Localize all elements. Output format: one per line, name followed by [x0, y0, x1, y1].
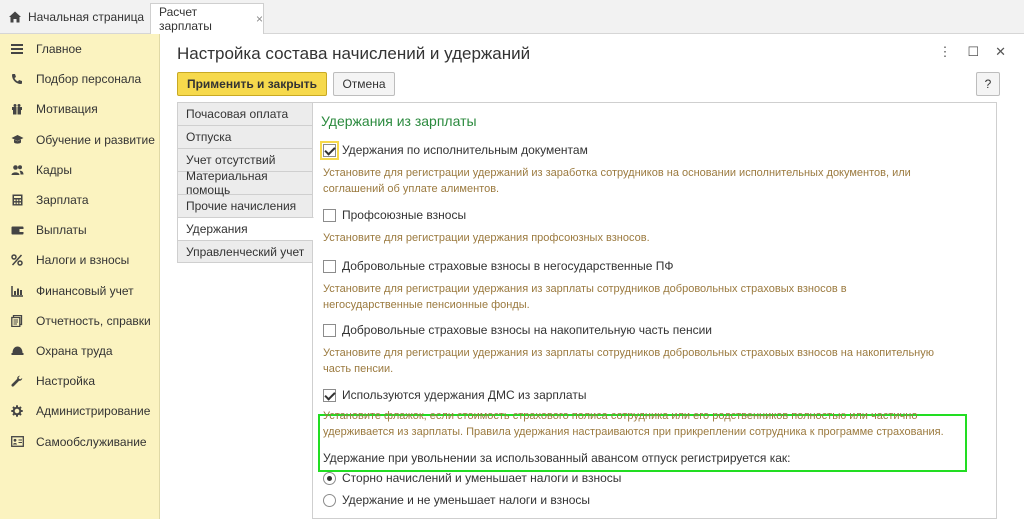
funded-pension-checkbox[interactable] [323, 323, 336, 337]
sidebar-item-reports[interactable]: Отчетность, справки [0, 306, 159, 336]
close-window-icon[interactable]: ✕ [995, 44, 1006, 60]
sidebar-item-settings[interactable]: Настройка [0, 366, 159, 396]
sidebar-item-label: Кадры [36, 162, 72, 177]
option-label: Добровольные страховые взносы на накопит… [342, 323, 712, 337]
sidebar-item-label: Обучение и развитие [36, 132, 155, 147]
sidebar-item-label: Налоги и взносы [36, 253, 130, 268]
settings-window: Настройка состава начислений и удержаний… [160, 34, 1024, 519]
option-funded-pension[interactable]: Добровольные страховые взносы на накопит… [323, 323, 712, 337]
home-icon [9, 11, 21, 23]
sidebar-item-label: Настройка [36, 374, 96, 389]
sidebar-item-label: Администрирование [36, 404, 151, 419]
gear-icon [10, 404, 24, 418]
sidebar-item-label: Мотивация [36, 102, 98, 117]
radio-storno[interactable]: Сторно начислений и уменьшает налоги и в… [323, 471, 621, 485]
tab-hourly-pay[interactable]: Почасовая оплата [177, 102, 313, 125]
option-npf-contributions[interactable]: Добровольные страховые взносы в негосуда… [323, 259, 674, 273]
wrench-icon [10, 374, 24, 388]
home-tab[interactable]: Начальная страница [0, 0, 146, 34]
apply-and-close-button[interactable]: Применить и закрыть [177, 72, 327, 96]
tab-financial-aid[interactable]: Материальная помощь [177, 169, 313, 197]
sidebar-item-finance[interactable]: Финансовый учет [0, 276, 159, 306]
sidebar-item-taxes[interactable]: Налоги и взносы [0, 245, 159, 275]
radio-deduction[interactable]: Удержание и не уменьшает налоги и взносы [323, 493, 590, 507]
doc-tab-label: Расчет зарплаты [159, 5, 212, 33]
sidebar: Главное Подбор персонала Мотивация Обуче… [0, 34, 160, 519]
option-union-dues[interactable]: Профсоюзные взносы [323, 208, 466, 222]
sidebar-item-label: Охрана труда [36, 343, 113, 358]
sidebar-item-labor-safety[interactable]: Охрана труда [0, 336, 159, 366]
menu-lines-icon [10, 42, 24, 56]
dismissal-deduction-question: Удержание при увольнении за использованн… [323, 451, 791, 465]
option-label: Профсоюзные взносы [342, 208, 467, 222]
deductions-panel: Удержания из зарплаты Удержания по испол… [313, 102, 997, 519]
section-title: Удержания из зарплаты [321, 113, 477, 129]
tab-absence-tracking[interactable]: Учет отсутствий [177, 148, 313, 171]
option-label: Добровольные страховые взносы в негосуда… [342, 259, 674, 273]
close-tab-icon[interactable]: × [256, 12, 263, 26]
option-description: Установите для регистрации удержаний из … [323, 167, 911, 195]
sidebar-item-label: Финансовый учет [36, 283, 134, 298]
tab-other-accruals[interactable]: Прочие начисления [177, 194, 313, 217]
sidebar-item-training[interactable]: Обучение и развитие [0, 125, 159, 155]
id-card-icon [10, 435, 24, 449]
helmet-icon [10, 344, 24, 358]
home-tab-label: Начальная страница [28, 10, 145, 24]
calculator-icon [10, 193, 24, 207]
graduation-cap-icon [10, 133, 24, 147]
option-description: Установите для регистрации удержания про… [323, 232, 650, 244]
sidebar-item-administration[interactable]: Администрирование [0, 396, 159, 426]
reports-icon [10, 314, 24, 328]
sidebar-item-personnel[interactable]: Кадры [0, 155, 159, 185]
sidebar-item-label: Отчетность, справки [36, 313, 151, 328]
sidebar-item-self-service[interactable]: Самообслуживание [0, 426, 159, 456]
radio-label: Сторно начислений и уменьшает налоги и в… [342, 471, 622, 485]
option-enforcement-documents[interactable]: Удержания по исполнительным документам [320, 140, 588, 160]
option-description: Установите для регистрации удержания из … [323, 347, 935, 375]
percent-icon [10, 253, 24, 267]
people-icon [10, 163, 24, 177]
gift-icon [10, 102, 24, 116]
storno-radio[interactable] [323, 471, 336, 485]
deduction-radio[interactable] [323, 493, 336, 507]
settings-tabs: Почасовая оплата Отпуска Учет отсутствий… [177, 102, 314, 519]
option-label: Используются удержания ДМС из зарплаты [342, 388, 587, 402]
sidebar-item-salary[interactable]: Зарплата [0, 185, 159, 215]
tab-deductions[interactable]: Удержания [177, 217, 314, 240]
radio-label: Удержание и не уменьшает налоги и взносы [342, 493, 591, 507]
sidebar-item-label: Самообслуживание [36, 434, 147, 449]
option-description: Установите флажок, если стоимость страхо… [323, 410, 944, 438]
phone-icon [10, 72, 24, 86]
help-button[interactable]: ? [976, 72, 1000, 96]
sidebar-item-label: Зарплата [36, 193, 89, 208]
tab-vacations[interactable]: Отпуска [177, 125, 313, 148]
sidebar-item-main[interactable]: Главное [0, 34, 159, 64]
window-controls: ⋮ ☐ ✕ [938, 44, 1006, 60]
page-title: Настройка состава начислений и удержаний [177, 44, 531, 63]
npf-contributions-checkbox[interactable] [323, 259, 336, 273]
sidebar-item-label: Подбор персонала [36, 72, 142, 87]
union-dues-checkbox[interactable] [323, 208, 336, 222]
sidebar-item-payments[interactable]: Выплаты [0, 215, 159, 245]
sidebar-item-motivation[interactable]: Мотивация [0, 94, 159, 124]
top-tab-bar: Начальная страница Расчет зарплаты × [0, 0, 1024, 34]
sidebar-item-label: Выплаты [36, 223, 87, 238]
more-options-icon[interactable]: ⋮ [938, 44, 951, 60]
tab-salary-calculation[interactable]: Расчет зарплаты × [150, 3, 264, 34]
maximize-icon[interactable]: ☐ [967, 44, 979, 60]
cancel-button[interactable]: Отмена [333, 72, 395, 96]
option-label: Удержания по исполнительным документам [342, 143, 588, 157]
tab-management-accounting[interactable]: Управленческий учет [177, 240, 313, 263]
sidebar-item-label: Главное [36, 42, 82, 57]
enforcement-documents-checkbox[interactable] [320, 140, 339, 160]
option-dms-deductions[interactable]: Используются удержания ДМС из зарплаты [323, 388, 586, 402]
option-description: Установите для регистрации удержания из … [323, 283, 847, 311]
wallet-icon [10, 223, 24, 237]
sidebar-item-recruiting[interactable]: Подбор персонала [0, 64, 159, 94]
dms-deductions-checkbox[interactable] [323, 388, 336, 402]
ledger-icon [10, 284, 24, 298]
